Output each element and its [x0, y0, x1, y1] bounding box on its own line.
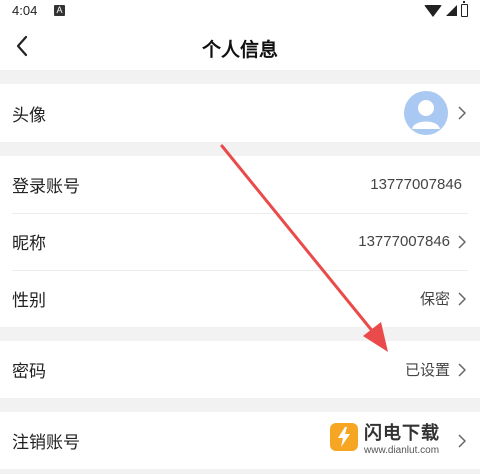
- page-title: 个人信息: [201, 40, 278, 61]
- chevron-right-icon: [456, 362, 468, 378]
- signal-icon: [446, 5, 457, 16]
- gender-value: 保密: [419, 291, 450, 308]
- avatar-label: 头像: [12, 105, 46, 125]
- nickname-value: 13777007846: [358, 233, 450, 250]
- account-row: 登录账号 13777007846: [0, 156, 480, 213]
- gender-row[interactable]: 性别 保密: [0, 270, 480, 327]
- notification-icon: A: [54, 5, 65, 16]
- watermark-name: 闪电下载: [364, 422, 440, 443]
- lightning-icon: [330, 423, 358, 451]
- password-label: 密码: [12, 362, 46, 381]
- password-value: 已设置: [404, 362, 450, 379]
- gender-label: 性别: [12, 291, 46, 310]
- password-row[interactable]: 密码 已设置: [0, 341, 480, 398]
- account-label: 登录账号: [12, 177, 80, 196]
- status-icons: [424, 1, 468, 17]
- avatar[interactable]: [404, 91, 448, 135]
- battery-icon: [461, 1, 468, 17]
- password-group: 密码 已设置: [0, 341, 480, 398]
- avatar-group: 头像: [0, 84, 480, 142]
- chevron-right-icon: [456, 291, 468, 307]
- nickname-row[interactable]: 昵称 13777007846: [0, 213, 480, 270]
- avatar-row[interactable]: 头像: [0, 84, 480, 142]
- user-icon: [412, 100, 440, 129]
- watermark-url: www.dianlut.com: [364, 444, 440, 456]
- chevron-right-icon: [456, 234, 468, 250]
- wifi-icon: [424, 4, 442, 17]
- status-bar: 4:04 A: [0, 0, 480, 22]
- account-group: 登录账号 13777007846 昵称 13777007846 性别 保密: [0, 156, 480, 327]
- status-time: 4:04: [12, 3, 38, 18]
- chevron-right-icon: [456, 105, 468, 121]
- app-header: 个人信息: [0, 22, 480, 70]
- account-value: 13777007846: [370, 176, 462, 193]
- nickname-label: 昵称: [12, 234, 46, 253]
- watermark: 闪电下载 www.dianlut.com: [330, 412, 468, 462]
